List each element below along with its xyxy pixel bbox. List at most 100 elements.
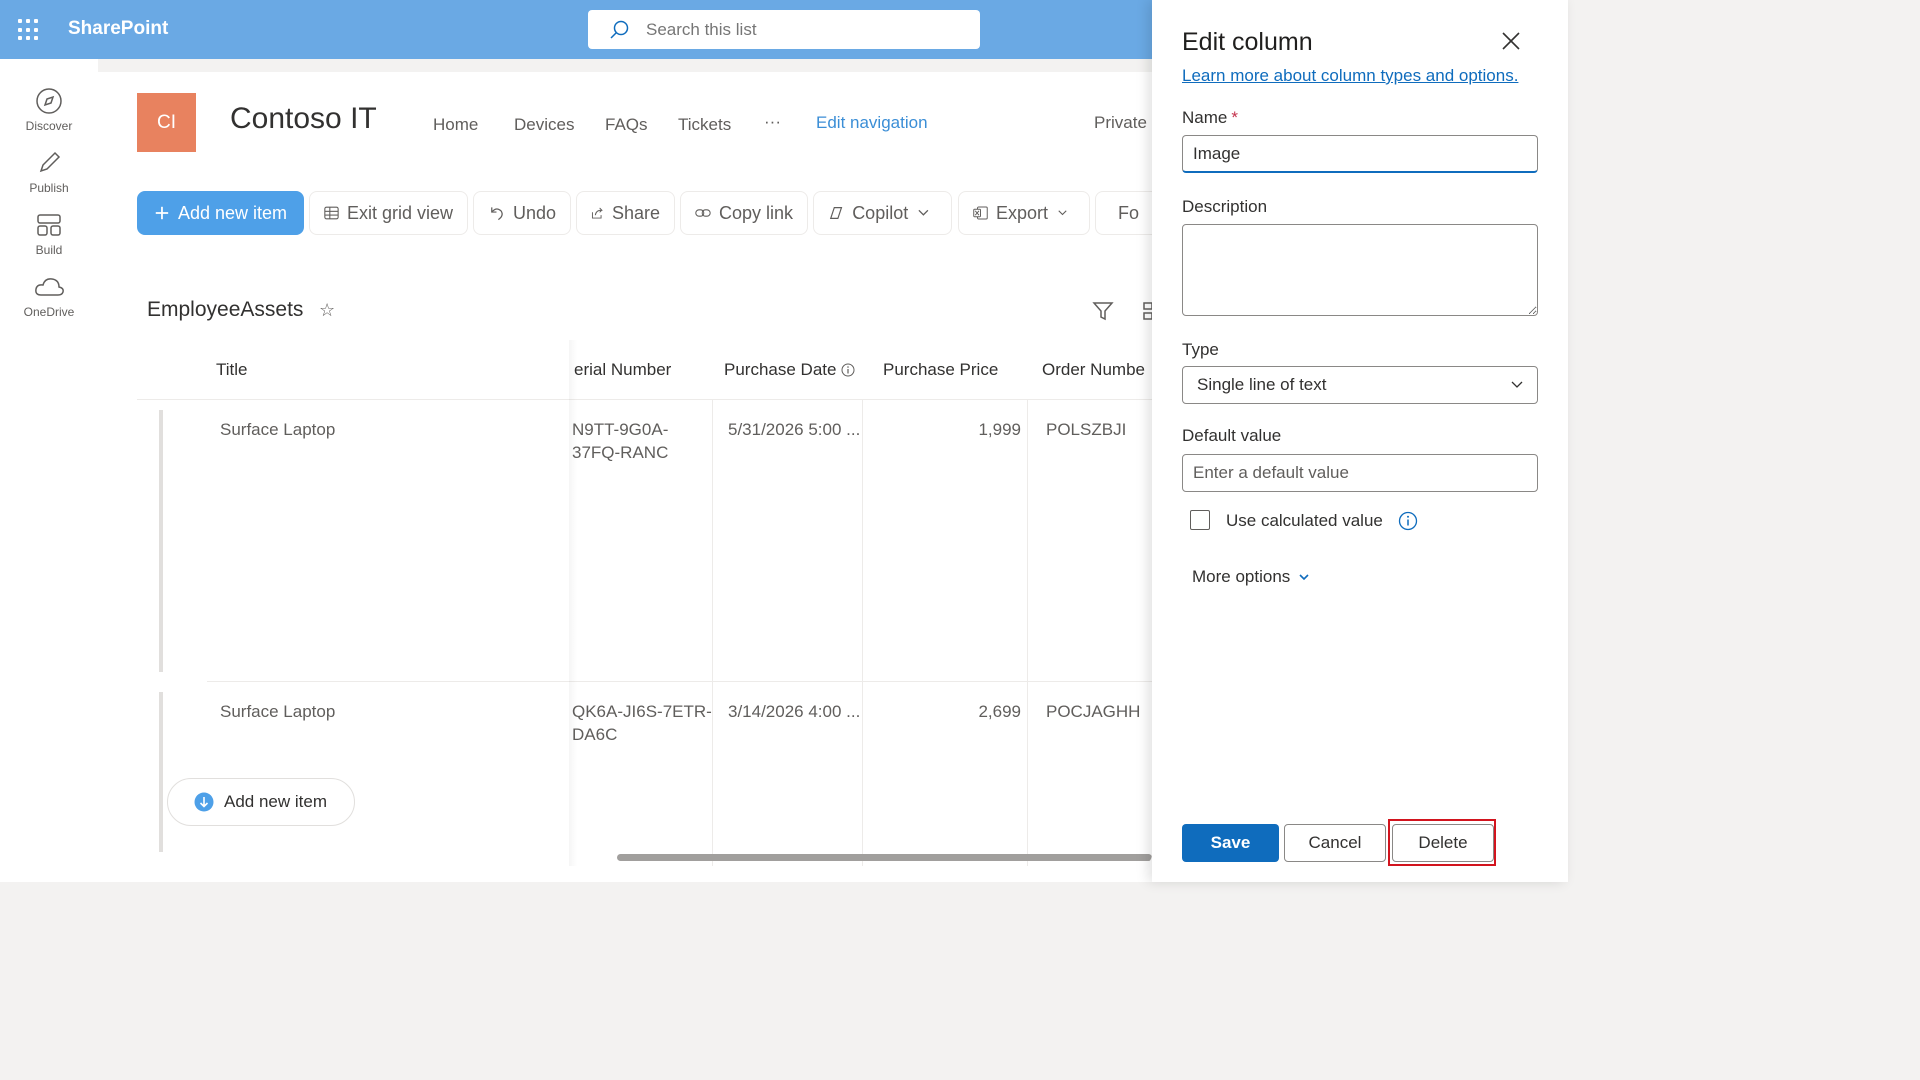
undo-button[interactable]: Undo [473,191,571,235]
filter-icon[interactable] [1092,300,1114,322]
use-calculated-value-label[interactable]: Use calculated value [1226,511,1383,531]
name-input[interactable] [1182,135,1538,173]
serial-line: 37FQ-RANC [572,443,669,462]
edit-column-panel: Edit column Learn more about column type… [1152,0,1568,882]
copilot-button[interactable]: Copilot [813,191,952,235]
cell-purchase-date[interactable]: 3/14/2026 4:00 ... [728,700,860,723]
column-header-title[interactable]: Title [216,360,248,380]
brand-name[interactable]: SharePoint [68,18,168,40]
search-box[interactable] [588,10,980,49]
cell-purchase-price[interactable]: 2,699 [883,700,1021,723]
cell-order-number[interactable]: POCJAGHH [1046,700,1140,723]
view-options-icon[interactable] [1140,300,1152,322]
nav-devices[interactable]: Devices [514,115,574,135]
chevron-down-icon [1058,210,1067,216]
rail-label: Discover [25,119,73,133]
nav-tickets[interactable]: Tickets [678,115,731,135]
rail-onedrive[interactable]: OneDrive [0,273,98,319]
delete-highlight-outline [1388,819,1496,866]
excel-icon [973,206,988,220]
cell-purchase-date[interactable]: 5/31/2026 5:00 ... [728,418,860,441]
forms-label: Fo [1118,202,1140,223]
export-button[interactable]: Export [958,191,1090,235]
copilot-icon [829,207,843,219]
cancel-button[interactable]: Cancel [1284,824,1386,862]
share-button[interactable]: Share [576,191,675,235]
add-new-item-row-label: Add new item [224,792,327,811]
column-divider [1027,400,1028,866]
use-calculated-value-checkbox[interactable] [1190,510,1210,530]
rail-publish[interactable]: Publish [0,149,98,195]
more-options-label: More options [1192,567,1291,586]
nav-more[interactable]: ··· [764,112,781,132]
serial-line: DA6C [572,725,618,744]
edit-navigation-link[interactable]: Edit navigation [816,113,928,133]
name-label-text: Name [1182,108,1228,127]
cloud-icon [35,278,64,296]
grid-icon [324,206,339,220]
column-header-purchase-date[interactable]: Purchase Date [724,360,855,380]
frozen-column-shadow [569,340,577,866]
site-title[interactable]: Contoso IT [230,102,377,136]
info-icon[interactable] [841,363,855,377]
type-dropdown[interactable]: Single line of text [1182,366,1538,404]
column-divider [712,400,713,866]
chevron-down-icon [1511,381,1523,388]
link-icon [695,209,711,217]
add-new-item-row-button[interactable]: Add new item [167,778,355,826]
privacy-label: Private [1094,113,1147,132]
column-header-purchase-price[interactable]: Purchase Price [883,360,998,380]
list-title[interactable]: EmployeeAssets [147,298,303,322]
close-icon[interactable] [1500,30,1522,52]
cell-title[interactable]: Surface Laptop [220,418,335,441]
save-button[interactable]: Save [1182,824,1279,862]
cell-serial-number[interactable]: N9TT-9G0A- 37FQ-RANC [572,418,668,464]
favorite-star-icon[interactable]: ☆ [319,300,335,321]
export-label: Export [995,202,1049,223]
add-new-item-button[interactable]: Add new item [137,191,304,235]
learn-more-link[interactable]: Learn more about column types and option… [1182,66,1518,86]
column-header-serial-number[interactable]: erial Number [574,360,671,380]
undo-label: Undo [512,202,556,223]
nav-home[interactable]: Home [433,115,478,135]
site-logo[interactable]: CI [137,93,196,152]
cell-purchase-price[interactable]: 1,999 [883,418,1021,441]
rail-discover[interactable]: Discover [0,87,98,133]
forms-button[interactable]: Fo [1095,191,1152,235]
cell-title[interactable]: Surface Laptop [220,700,335,723]
search-input[interactable] [646,19,966,40]
rail-label: Publish [29,181,69,195]
type-label: Type [1182,340,1219,359]
copilot-label: Copilot [852,202,909,223]
cell-order-number[interactable]: POLSZBJI [1046,418,1126,441]
chevron-down-icon [1299,573,1309,580]
serial-line: QK6A-JI6S-7ETR- [572,702,712,721]
layout-icon [37,214,61,236]
default-value-input[interactable] [1182,454,1538,492]
copy-link-label: Copy link [718,202,793,223]
more-options-toggle[interactable]: More options [1192,567,1309,587]
header-divider [137,399,1152,400]
search-icon [610,20,629,39]
description-textarea[interactable] [1182,224,1538,316]
rail-label: Build [35,243,63,257]
share-icon [591,207,603,219]
column-divider [862,400,863,866]
exit-grid-view-button[interactable]: Exit grid view [309,191,468,235]
add-new-item-label: Add new item [177,202,287,223]
left-rail: Discover Publish Build OneDrive [0,59,98,882]
rail-build[interactable]: Build [0,211,98,257]
app-launcher-icon[interactable] [18,19,40,41]
info-icon[interactable] [1398,511,1418,531]
share-label: Share [611,202,660,223]
horizontal-scrollbar[interactable] [617,854,1152,861]
copy-link-button[interactable]: Copy link [680,191,808,235]
row-selection-bar[interactable] [159,410,163,672]
undo-icon [491,207,503,221]
cell-serial-number[interactable]: QK6A-JI6S-7ETR- DA6C [572,700,712,746]
row-selection-bar[interactable] [159,692,163,852]
column-header-order-number[interactable]: Order Numbe [1042,360,1145,380]
required-marker: * [1231,108,1238,127]
nav-faqs[interactable]: FAQs [605,115,648,135]
rail-label: OneDrive [23,305,75,319]
